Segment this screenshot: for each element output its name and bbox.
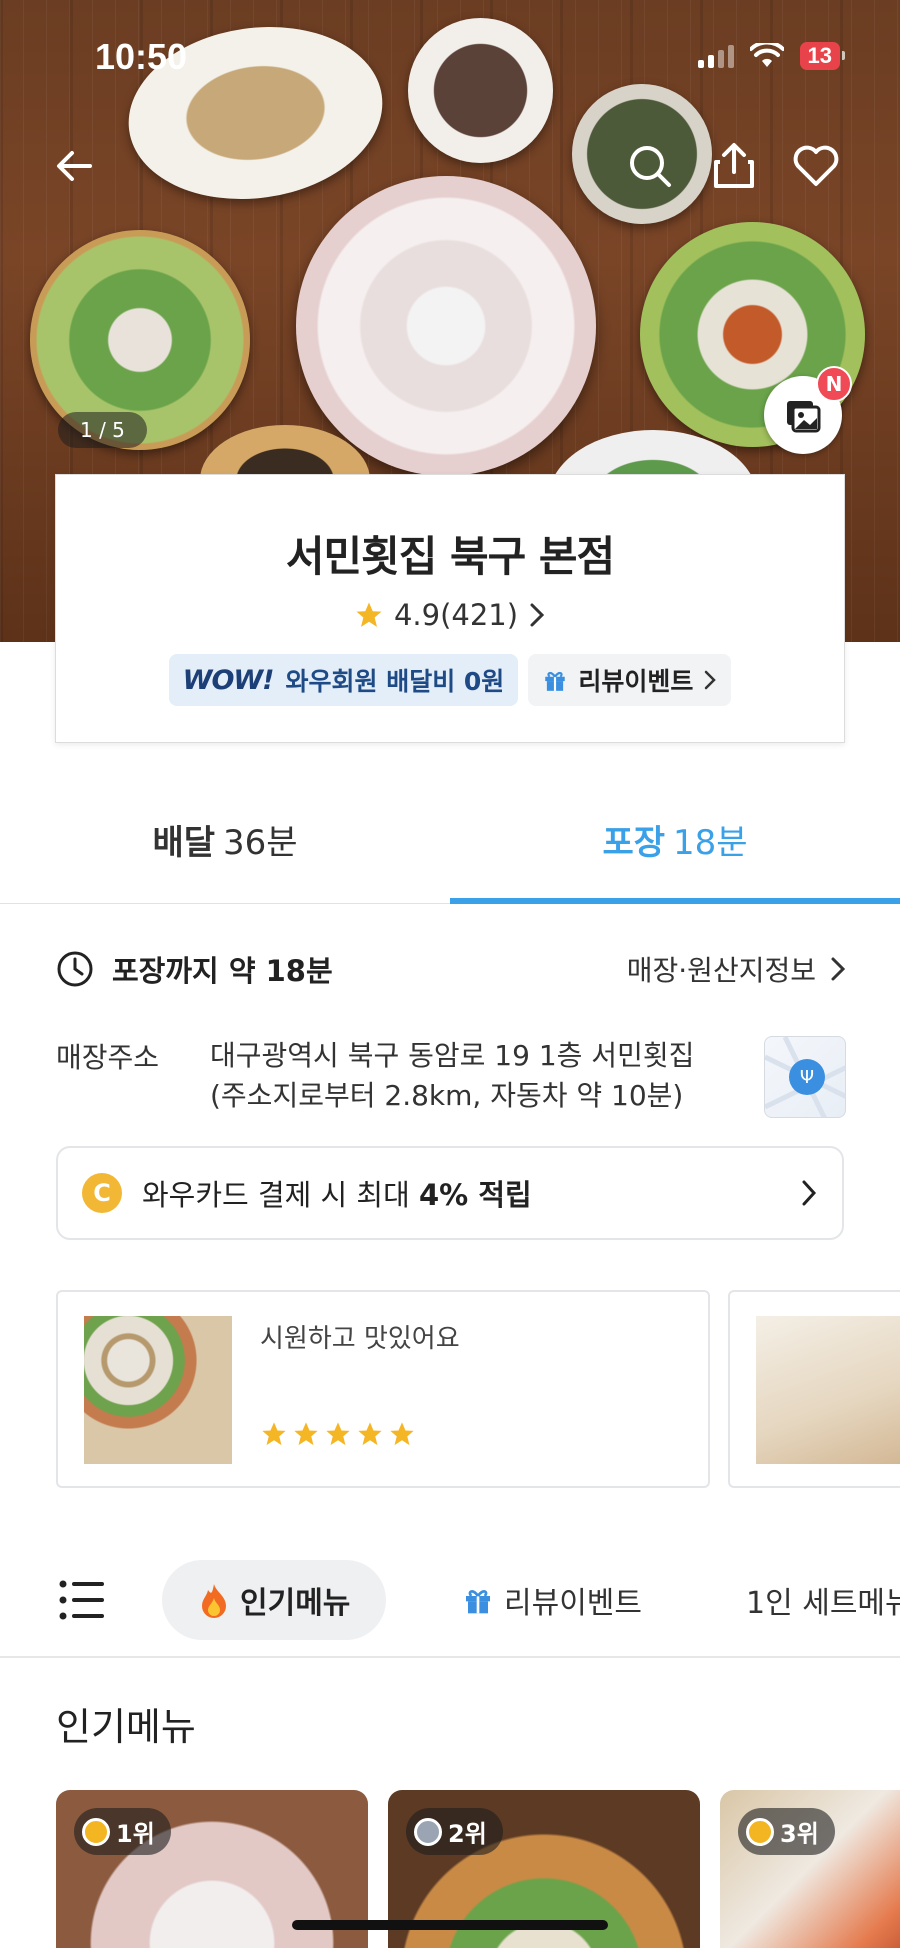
home-indicator: [292, 1920, 608, 1930]
store-address: 매장주소 대구광역시 북구 동암로 19 1층 서민횟집 (주소지로부터 2.8…: [56, 1036, 846, 1120]
battery-icon: 13: [799, 42, 846, 70]
category-chip-popular[interactable]: 인기메뉴: [162, 1560, 387, 1640]
menu-category-nav: 인기메뉴 리뷰이벤트 1인 세트메뉴: [0, 1550, 900, 1658]
wow-badge-text: 와우회원 배달비 0원: [285, 667, 505, 696]
order-type-tabs: 배달 36분 포장 18분: [0, 776, 900, 904]
pickup-eta-row: 포장까지 약 18분 매장·원산지정보: [56, 948, 846, 990]
wifi-icon: [749, 43, 784, 67]
chevron-right-icon: [530, 603, 545, 627]
star-icon: [356, 602, 382, 627]
coin-icon: C: [82, 1173, 122, 1213]
medal-icon: [746, 1817, 774, 1846]
wow-logo: WOW!: [182, 664, 275, 696]
gift-icon: [545, 671, 566, 691]
star-icon: [390, 1422, 414, 1446]
wowcard-text: 와우카드 결제 시 최대 4% 적립: [142, 1178, 532, 1212]
wow-membership-badge[interactable]: WOW! 와우회원 배달비 0원: [168, 654, 519, 706]
star-icon: [262, 1422, 286, 1446]
section-title: 인기메뉴: [56, 1705, 196, 1749]
category-chip-set-menu[interactable]: 1인 세트메뉴: [746, 1560, 900, 1640]
review-photo: [756, 1316, 900, 1464]
pickup-eta-label: 포장까지 약 18분: [112, 954, 333, 988]
list-icon[interactable]: [58, 1578, 106, 1622]
medal-icon: [414, 1817, 442, 1846]
chevron-right-icon: [802, 1180, 817, 1206]
menu-card[interactable]: 3위: [720, 1790, 900, 1948]
chevron-right-icon: [705, 670, 717, 690]
gallery-icon: [787, 401, 821, 433]
back-arrow-icon[interactable]: [50, 142, 98, 190]
new-badge: N: [816, 366, 852, 402]
star-icon: [358, 1422, 382, 1446]
store-info-card: 서민횟집 북구 본점 4.9(421) WOW! 와우회원 배달비 0원 리뷰이…: [55, 474, 845, 743]
clock-icon: [57, 951, 93, 987]
signal-icon: [697, 44, 734, 68]
share-icon[interactable]: [710, 142, 758, 190]
food-plate: [408, 18, 553, 163]
tab-pickup-time: 18분: [673, 823, 748, 863]
sashimi-plate: [296, 176, 596, 476]
tab-pickup[interactable]: 포장 18분: [450, 776, 900, 904]
review-text: 시원하고 맛있어요: [260, 1324, 460, 1354]
wowcard-promo[interactable]: C 와우카드 결제 시 최대 4% 적립: [56, 1146, 844, 1240]
rank-badge: 2위: [406, 1808, 503, 1855]
review-card[interactable]: 시원하고 맛있어요: [56, 1290, 710, 1488]
review-event-badge[interactable]: 리뷰이벤트: [528, 654, 732, 706]
address-text: 대구광역시 북구 동암로 19 1층 서민횟집 (주소지로부터 2.8km, 자…: [210, 1039, 695, 1112]
search-icon[interactable]: [626, 142, 674, 190]
star-icon: [294, 1422, 318, 1446]
heart-icon[interactable]: [792, 142, 840, 190]
rank-badge: 1위: [74, 1808, 171, 1855]
map-thumbnail[interactable]: Ψ: [764, 1036, 846, 1118]
status-icons: 13: [697, 42, 846, 70]
chevron-right-icon: [831, 957, 846, 981]
address-label: 매장주소: [56, 1041, 160, 1074]
review-event-label: 리뷰이벤트: [578, 667, 694, 696]
fire-icon: [202, 1584, 226, 1618]
rating-value: 4.9(421): [393, 598, 519, 632]
map-pin-icon: Ψ: [789, 1059, 825, 1095]
review-photo: [84, 1316, 232, 1464]
star-icon: [326, 1422, 350, 1446]
status-time: 10:50: [95, 36, 188, 77]
tab-delivery-time: 36분: [223, 823, 298, 863]
rating-link[interactable]: 4.9(421): [56, 598, 844, 632]
review-card[interactable]: [728, 1290, 900, 1488]
category-chip-review-event[interactable]: 리뷰이벤트: [462, 1560, 642, 1640]
gift-icon: [466, 1590, 490, 1614]
store-info-link[interactable]: 매장·원산지정보: [627, 949, 846, 989]
medal-icon: [82, 1817, 110, 1846]
tab-delivery[interactable]: 배달 36분: [0, 776, 450, 903]
store-name: 서민횟집 북구 본점: [285, 532, 615, 581]
review-stars: [260, 1420, 416, 1448]
rank-badge: 3위: [738, 1808, 835, 1855]
photo-counter: 1 / 5: [58, 412, 147, 448]
